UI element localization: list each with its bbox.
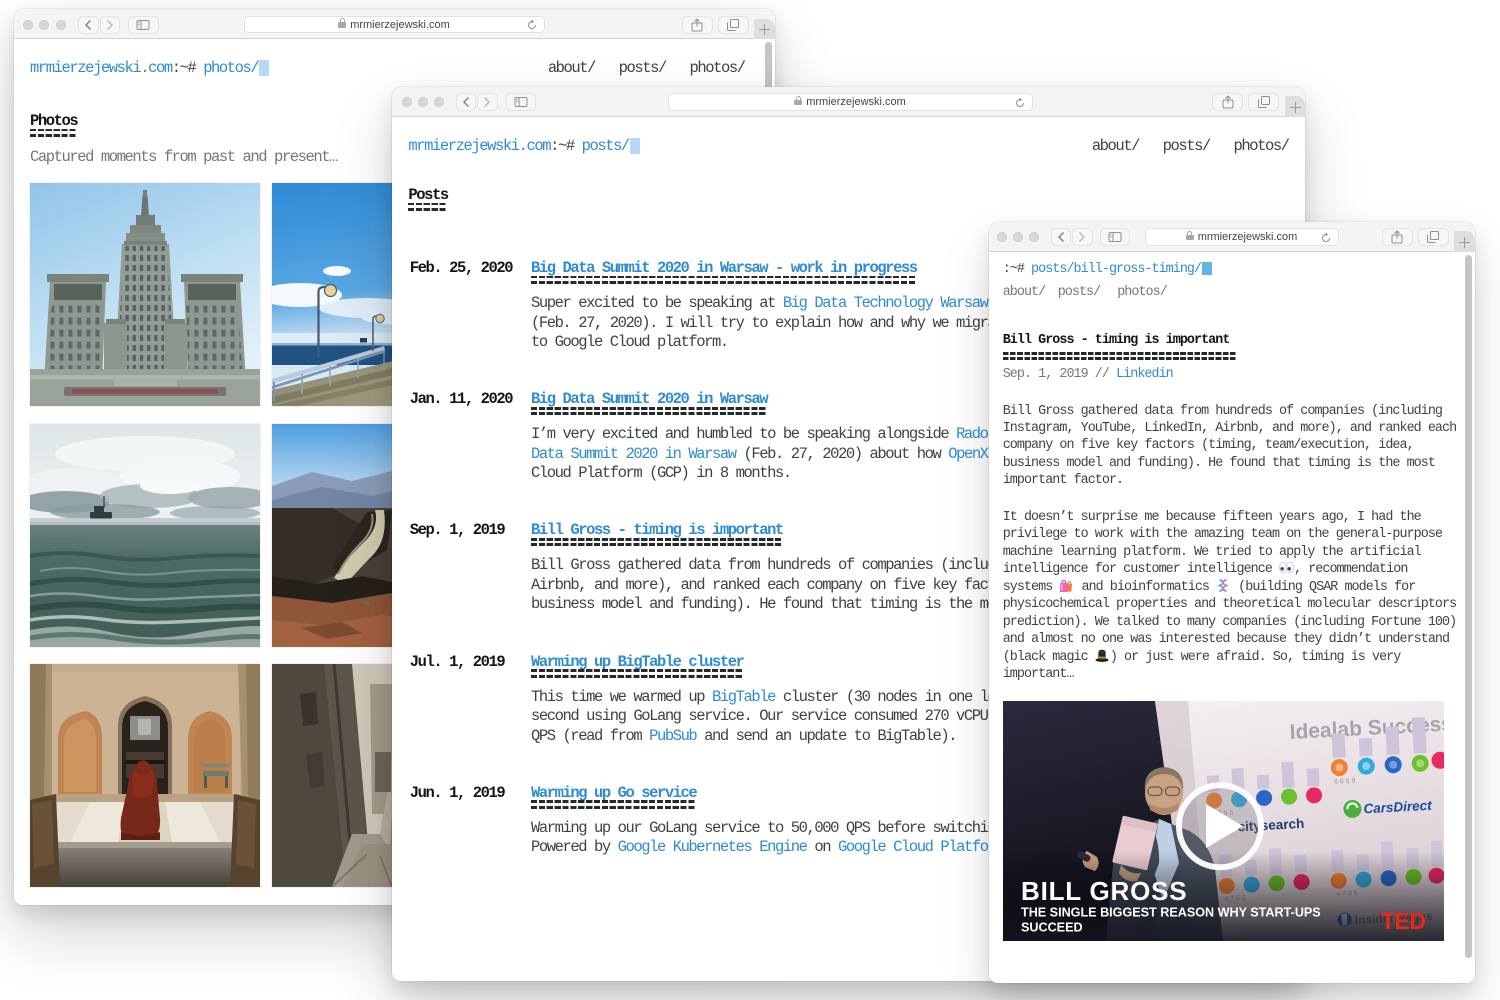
svg-text:TED: TED xyxy=(1381,908,1426,934)
svg-text:THE SINGLE BIGGEST REASON WHY: THE SINGLE BIGGEST REASON WHY START-UPS xyxy=(1021,906,1321,920)
svg-text:SUCCEED: SUCCEED xyxy=(1021,921,1083,935)
svg-text:BILL GROSS: BILL GROSS xyxy=(1021,876,1187,906)
svg-text:6 6 5 9: 6 6 5 9 xyxy=(1334,778,1356,786)
